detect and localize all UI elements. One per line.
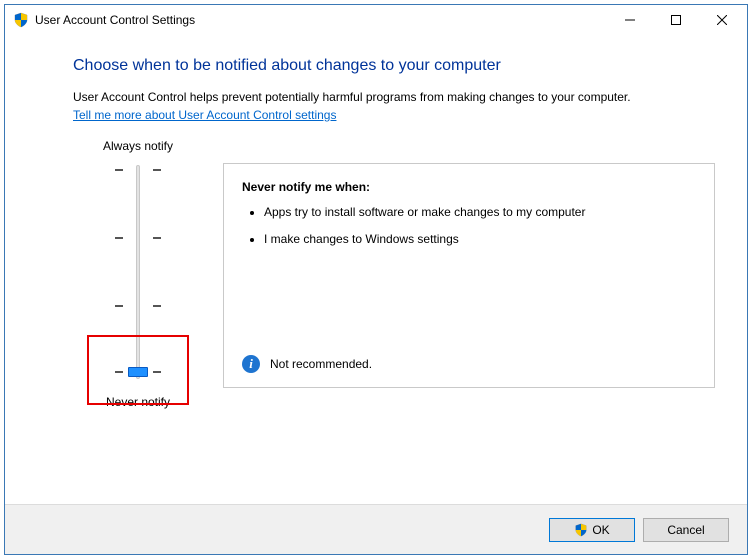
cancel-button[interactable]: Cancel (643, 518, 729, 542)
ok-button-label: OK (592, 523, 609, 537)
slider-thumb[interactable] (128, 367, 148, 377)
content-area: Choose when to be notified about changes… (5, 35, 747, 504)
minimize-button[interactable] (607, 5, 653, 35)
page-description: User Account Control helps prevent poten… (73, 89, 715, 123)
slider-tick (153, 305, 161, 307)
description-panel: Never notify me when: Apps try to instal… (223, 163, 715, 388)
info-icon: i (242, 355, 260, 373)
slider-tick (115, 237, 123, 239)
ok-button[interactable]: OK (549, 518, 635, 542)
panel-footer-text: Not recommended. (270, 357, 372, 371)
slider-tick (153, 169, 161, 171)
uac-shield-icon (574, 523, 588, 537)
slider-track (136, 165, 140, 379)
slider-top-label: Always notify (73, 139, 203, 153)
window-title: User Account Control Settings (35, 13, 195, 27)
slider-tick (153, 371, 161, 373)
notification-slider-area: Always notify Never notify (73, 139, 203, 409)
panel-title: Never notify me when: (242, 180, 696, 194)
uac-settings-window: User Account Control Settings Choose whe… (4, 4, 748, 555)
close-button[interactable] (699, 5, 745, 35)
slider-tick (115, 305, 123, 307)
slider-tick (153, 237, 161, 239)
cancel-button-label: Cancel (667, 523, 704, 537)
slider-tick (115, 169, 123, 171)
panel-bullet: Apps try to install software or make cha… (264, 204, 696, 220)
learn-more-link[interactable]: Tell me more about User Account Control … (73, 107, 336, 123)
panel-bullet: I make changes to Windows settings (264, 231, 696, 247)
notification-slider[interactable] (93, 163, 183, 381)
uac-shield-icon (13, 12, 29, 28)
titlebar: User Account Control Settings (5, 5, 747, 35)
slider-tick (115, 371, 123, 373)
panel-bullet-list: Apps try to install software or make cha… (242, 204, 696, 256)
button-bar: OK Cancel (5, 504, 747, 554)
description-text: User Account Control helps prevent poten… (73, 90, 631, 104)
maximize-button[interactable] (653, 5, 699, 35)
page-headline: Choose when to be notified about changes… (73, 57, 715, 75)
slider-bottom-label: Never notify (73, 395, 203, 409)
panel-footer: i Not recommended. (242, 345, 696, 373)
